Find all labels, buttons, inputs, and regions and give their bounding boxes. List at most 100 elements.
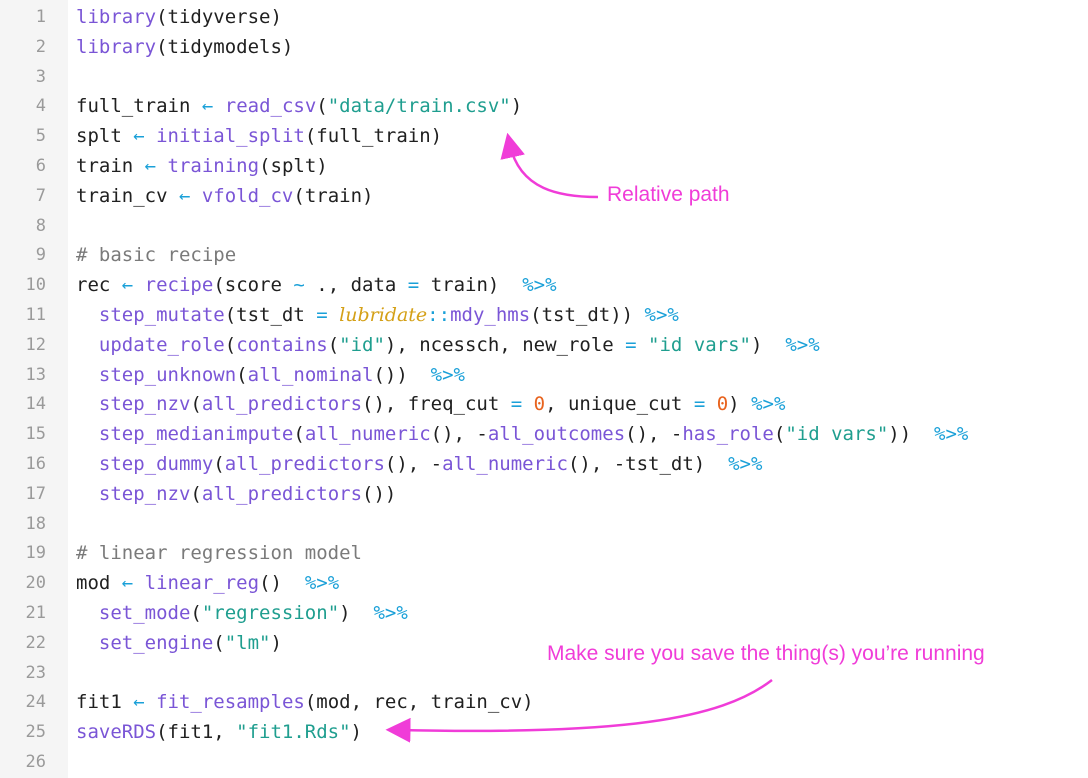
code-token-default: train_cv (76, 184, 179, 207)
code-token-function: step_nzv (98, 482, 191, 505)
code-token-default: ) (339, 602, 374, 624)
code-token-string: "id vars" (648, 333, 751, 356)
code-token-default: mod (76, 572, 122, 595)
code-text: saveRDS(fit1, "fit1.Rds") (76, 717, 362, 747)
code-token-default (133, 572, 144, 594)
code-token-keyword: ~ (293, 274, 305, 297)
code-token-default: splt (76, 125, 134, 148)
code-token-default (145, 691, 156, 713)
code-token-function: vfold_cv (201, 184, 294, 207)
code-line: 16 step_dummy(all_predictors(), -all_num… (0, 449, 1088, 479)
code-editor[interactable]: 1 library(tidyverse) 2 library(tidymodels) 3… (0, 0, 1088, 778)
line-number: 17 (25, 483, 46, 504)
code-token-default: full_train (76, 95, 202, 118)
code-token-function: all_outcomes (487, 423, 626, 446)
line-number: 8 (35, 215, 46, 236)
code-line: 13 step_unknown(all_nominal()) %>% (0, 360, 1088, 390)
line-number: 24 (25, 692, 46, 713)
code-token-default: ( (213, 631, 225, 654)
code-token-keyword: ← (201, 95, 214, 118)
code-token-default (133, 274, 144, 296)
code-token-keyword: = (693, 393, 706, 416)
code-token-function: step_medianimpute (98, 423, 294, 446)
code-token-default: fit1 (76, 691, 134, 714)
line-number: 23 (25, 662, 46, 683)
code-token-keyword: %>% (430, 363, 465, 386)
code-token-comment: # basic recipe (76, 244, 237, 267)
code-token-string: "id vars" (785, 423, 889, 446)
code-token-default (637, 334, 648, 356)
code-token-default: (score (213, 274, 294, 297)
code-token-default: ( (293, 423, 305, 446)
code-line: 15 step_medianimpute(all_numeric(), -all… (0, 419, 1088, 449)
code-token-default: ( (236, 363, 248, 386)
code-token-default: (), - (625, 423, 683, 446)
code-text: step_dummy(all_predictors(), -all_numeri… (76, 449, 763, 479)
code-token-default: ) (350, 721, 362, 744)
relative-path-annotation: Relative path (607, 183, 730, 206)
code-token-function: read_csv (224, 95, 317, 118)
code-text: train ← training(splt) (76, 151, 328, 181)
code-token-default: (), - (430, 423, 488, 446)
code-token-default: ( (190, 602, 202, 624)
code-text: train_cv ← vfold_cv(train) (76, 181, 373, 211)
code-token-function: step_dummy (98, 453, 214, 475)
code-token-string: "fit1.Rds" (236, 721, 351, 744)
code-token-default: (tidyverse) (156, 6, 282, 28)
code-line: 18 (0, 509, 1088, 539)
code-line: 9 # basic recipe (0, 240, 1088, 270)
code-token-default: ., data (304, 274, 408, 297)
code-token-keyword: ← (178, 184, 191, 207)
code-token-default (328, 304, 339, 326)
code-token-keyword: %>% (373, 602, 408, 624)
code-token-default: ( (773, 423, 786, 446)
code-token-default: (full_train) (304, 125, 443, 148)
code-token-string: "regression" (201, 602, 340, 624)
code-token-default (76, 423, 99, 445)
line-number: 14 (25, 394, 46, 415)
code-token-default: (mod, rec, train_cv) (304, 691, 534, 714)
code-line: 12 update_role(contains("id"), ncessch, … (0, 330, 1088, 360)
code-token-keyword: :: (427, 304, 451, 326)
code-token-default: ( (224, 333, 237, 356)
code-token-function: all_predictors (201, 482, 363, 505)
code-line: 2 library(tidymodels) (0, 32, 1088, 62)
code-token-default (156, 155, 167, 177)
line-number: 3 (35, 66, 46, 87)
code-token-keyword: = (510, 393, 523, 416)
code-text: step_mutate(tst_dt = lubridate::mdy_hms(… (76, 300, 679, 330)
code-token-string: "data/train.csv" (327, 95, 511, 118)
code-token-default: , unique_cut (545, 393, 694, 416)
code-text: update_role(contains("id"), ncessch, new… (76, 330, 820, 360)
code-token-default: (tidymodels) (156, 35, 294, 58)
code-token-keyword: %>% (934, 423, 969, 446)
line-number: 22 (25, 632, 46, 653)
code-token-keyword: %>% (728, 453, 763, 475)
code-token-string: "lm" (224, 631, 271, 654)
code-token-default: (fit1, (156, 721, 237, 744)
code-text: step_nzv(all_predictors()) (76, 479, 396, 509)
code-line: 4 full_train ← read_csv("data/train.csv") (0, 91, 1088, 121)
code-token-comment: # linear regression model (76, 542, 362, 565)
code-token-default: ( (190, 482, 202, 505)
code-token-default: ()) (373, 363, 431, 386)
code-token-default: () (259, 572, 305, 595)
code-token-default: ) (270, 631, 282, 654)
line-number: 7 (35, 185, 46, 206)
code-line: 26 (0, 747, 1088, 777)
code-line: 1 library(tidyverse) (0, 2, 1088, 32)
code-token-default: ) (728, 393, 752, 416)
code-token-keyword: ← (133, 125, 145, 148)
code-text: # basic recipe (76, 240, 236, 270)
line-number: 4 (35, 96, 46, 117)
code-token-number: 0 (533, 393, 546, 416)
code-token-function: update_role (98, 333, 225, 356)
code-token-function: all_numeric (304, 423, 431, 446)
code-token-default: (train) (293, 184, 374, 207)
code-token-function: all_predictors (224, 453, 385, 475)
line-number: 9 (35, 245, 46, 266)
code-token-keyword: = (407, 274, 420, 297)
line-number: 2 (35, 36, 46, 57)
code-token-default (76, 453, 99, 475)
code-token-keyword: ← (133, 691, 145, 714)
